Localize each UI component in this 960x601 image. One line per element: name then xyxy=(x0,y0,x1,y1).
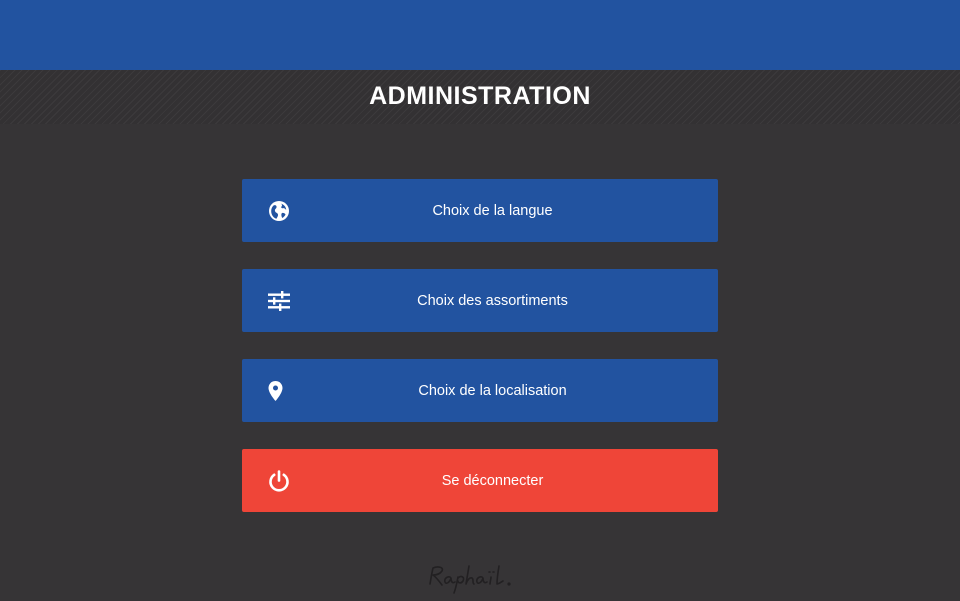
brand-signature-logo xyxy=(420,560,544,596)
globe-icon xyxy=(266,198,292,224)
logout-button[interactable]: Se déconnecter xyxy=(242,449,718,512)
title-band: ADMINISTRATION xyxy=(0,70,960,124)
location-choice-button[interactable]: Choix de la localisation xyxy=(242,359,718,422)
language-choice-label: Choix de la langue xyxy=(432,202,553,219)
assortment-choice-button[interactable]: Choix des assortiments xyxy=(242,269,718,332)
page-title: ADMINISTRATION xyxy=(369,81,591,110)
top-app-bar xyxy=(0,0,960,70)
assortment-choice-label: Choix des assortiments xyxy=(417,292,568,309)
location-choice-label: Choix de la localisation xyxy=(418,382,567,399)
location-pin-icon xyxy=(266,378,292,404)
sliders-icon xyxy=(266,288,292,314)
language-choice-button[interactable]: Choix de la langue xyxy=(242,179,718,242)
admin-menu: Choix de la langue Choix des assortiment… xyxy=(242,179,718,539)
power-icon xyxy=(266,468,292,494)
logout-label: Se déconnecter xyxy=(441,472,544,489)
